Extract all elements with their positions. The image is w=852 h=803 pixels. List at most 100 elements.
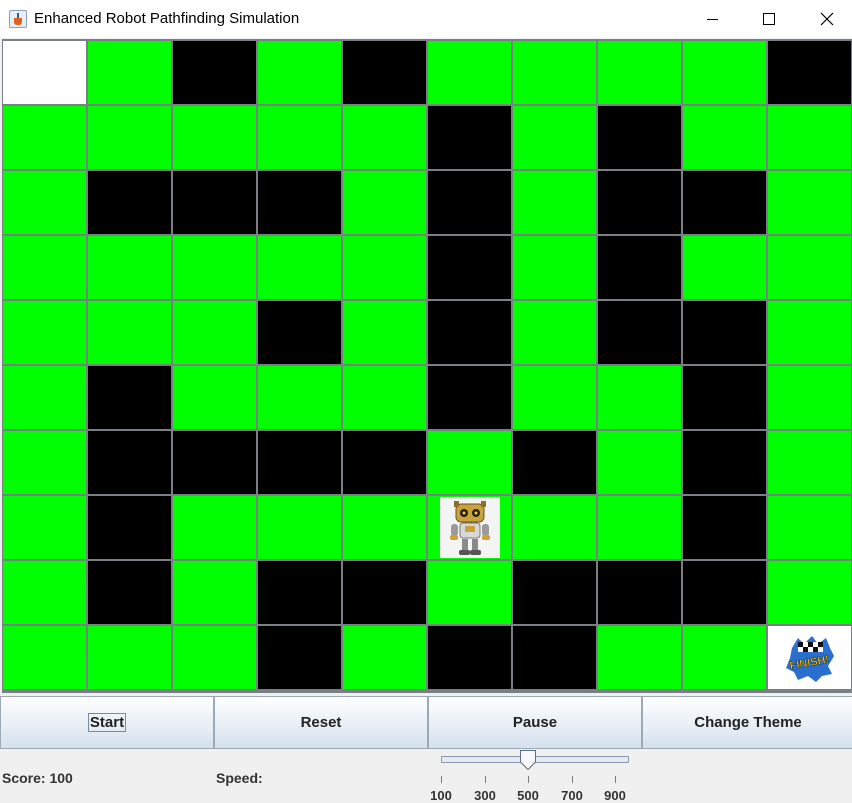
open-cell	[683, 626, 766, 689]
robot-icon	[440, 497, 500, 558]
wall-cell	[88, 366, 171, 429]
minimize-button[interactable]	[683, 0, 741, 38]
open-cell	[3, 171, 86, 234]
wall-cell	[683, 431, 766, 494]
open-cell	[343, 171, 426, 234]
change-theme-button[interactable]: Change Theme	[642, 696, 852, 749]
open-cell	[513, 496, 596, 559]
open-cell	[88, 106, 171, 169]
close-icon	[820, 12, 834, 26]
open-cell	[343, 301, 426, 364]
wall-cell	[768, 41, 851, 104]
open-cell	[768, 171, 851, 234]
open-cell	[768, 106, 851, 169]
wall-cell	[428, 366, 511, 429]
wall-cell	[88, 561, 171, 624]
open-cell	[258, 496, 341, 559]
finish-flag-icon: FINISH!	[768, 626, 851, 689]
open-cell	[258, 106, 341, 169]
finish-tile: FINISH!	[768, 626, 851, 689]
open-cell	[173, 301, 256, 364]
open-cell	[3, 431, 86, 494]
open-cell	[513, 41, 596, 104]
wall-cell	[513, 626, 596, 689]
maximize-button[interactable]	[741, 0, 799, 38]
wall-cell	[683, 171, 766, 234]
open-cell	[343, 626, 426, 689]
wall-cell	[88, 431, 171, 494]
open-cell	[88, 41, 171, 104]
slider-tick	[615, 776, 616, 783]
open-cell	[3, 366, 86, 429]
speed-slider-thumb[interactable]	[519, 749, 537, 771]
robot-cell	[428, 496, 511, 559]
open-cell	[88, 236, 171, 299]
open-cell	[683, 106, 766, 169]
slider-tick-label: 900	[604, 788, 626, 803]
start-cell	[3, 41, 86, 104]
maze-grid: FINISH!	[3, 41, 852, 690]
robot-tile	[440, 497, 500, 558]
speed-slider[interactable]: 100 300 500 700 900	[430, 748, 636, 803]
wall-cell	[173, 41, 256, 104]
open-cell	[598, 431, 681, 494]
open-cell	[343, 236, 426, 299]
open-cell	[768, 561, 851, 624]
open-cell	[173, 626, 256, 689]
wall-cell	[683, 366, 766, 429]
wall-cell	[173, 171, 256, 234]
slider-tick-label: 700	[561, 788, 583, 803]
pause-button[interactable]: Pause	[428, 696, 642, 749]
open-cell	[768, 431, 851, 494]
open-cell	[513, 301, 596, 364]
open-cell	[173, 561, 256, 624]
start-button[interactable]: Start	[0, 696, 214, 749]
open-cell	[88, 301, 171, 364]
wall-cell	[258, 301, 341, 364]
wall-cell	[598, 236, 681, 299]
open-cell	[513, 366, 596, 429]
minimize-icon	[707, 19, 718, 20]
control-bar: Start Reset Pause Change Theme	[0, 695, 852, 751]
reset-button-label: Reset	[300, 714, 342, 731]
speed-label: Speed:	[216, 770, 263, 786]
reset-button[interactable]: Reset	[214, 696, 428, 749]
open-cell	[513, 171, 596, 234]
change-theme-button-label: Change Theme	[694, 714, 802, 731]
wall-cell	[513, 431, 596, 494]
open-cell	[683, 41, 766, 104]
open-cell	[428, 561, 511, 624]
score-label: Score: 100	[2, 770, 73, 786]
open-cell	[3, 106, 86, 169]
wall-cell	[598, 106, 681, 169]
wall-cell	[258, 171, 341, 234]
wall-cell	[428, 236, 511, 299]
wall-cell	[598, 561, 681, 624]
wall-cell	[343, 561, 426, 624]
open-cell	[768, 301, 851, 364]
start-button-label: Start	[87, 713, 127, 732]
close-button[interactable]	[798, 0, 852, 38]
wall-cell	[428, 626, 511, 689]
open-cell	[173, 366, 256, 429]
slider-tick	[485, 776, 486, 783]
wall-cell	[88, 171, 171, 234]
wall-cell	[598, 171, 681, 234]
open-cell	[598, 366, 681, 429]
slider-tick-label: 100	[430, 788, 452, 803]
wall-cell	[683, 496, 766, 559]
open-cell	[343, 496, 426, 559]
wall-cell	[258, 431, 341, 494]
open-cell	[343, 366, 426, 429]
open-cell	[173, 236, 256, 299]
wall-cell	[428, 106, 511, 169]
slider-tick	[572, 776, 573, 783]
open-cell	[3, 496, 86, 559]
open-cell	[768, 236, 851, 299]
wall-cell	[88, 496, 171, 559]
wall-cell	[428, 171, 511, 234]
open-cell	[428, 41, 511, 104]
title-bar: Enhanced Robot Pathfinding Simulation	[0, 0, 852, 38]
window-title: Enhanced Robot Pathfinding Simulation	[34, 10, 300, 27]
open-cell	[258, 41, 341, 104]
